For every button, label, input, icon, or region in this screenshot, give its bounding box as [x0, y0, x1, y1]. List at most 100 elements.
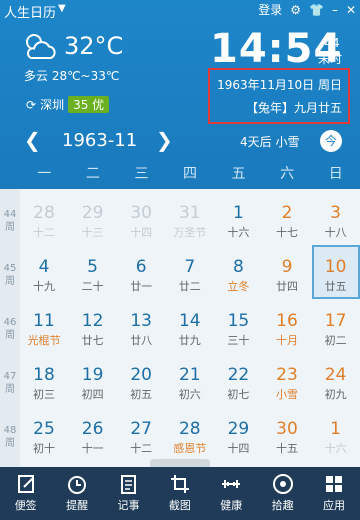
- calendar-day[interactable]: 25 初十: [20, 407, 68, 461]
- day-number: 15: [227, 311, 250, 331]
- prev-month-icon[interactable]: ❮: [24, 128, 41, 152]
- day-number: 29: [81, 203, 104, 223]
- lunar-day-label: 初四: [81, 388, 104, 401]
- solar-date: 1963年11月10日 周日: [217, 78, 342, 92]
- calendar-day[interactable]: 14 廿九: [166, 299, 214, 353]
- week-number-value: 44: [3, 209, 17, 220]
- calendar-day[interactable]: 30 十五: [263, 407, 311, 461]
- calendar-day[interactable]: 30 十四: [117, 191, 165, 245]
- toolbar-button-fitness[interactable]: 健康: [206, 467, 257, 520]
- toolbar-button-note[interactable]: 便签: [0, 467, 51, 520]
- calendar-day[interactable]: 6 廿一: [117, 245, 165, 299]
- day-number: 8: [232, 257, 244, 277]
- lunar-day-label: 十四: [227, 442, 250, 455]
- day-number: 28: [178, 419, 201, 439]
- calendar-day[interactable]: 8 立冬: [214, 245, 262, 299]
- city-name[interactable]: 深圳: [40, 96, 64, 113]
- lunar-day-label: 初九: [324, 388, 347, 401]
- weekday-header: 一二三四五六日: [20, 163, 360, 183]
- day-number: 5: [87, 257, 98, 277]
- calendar-day-selected[interactable]: 10 廿五: [311, 245, 360, 299]
- day-number: 14: [178, 311, 201, 331]
- week-number-value: 45: [3, 263, 17, 274]
- calendar-day[interactable]: 22 初七: [214, 353, 262, 407]
- calendar-day[interactable]: 21 初六: [166, 353, 214, 407]
- lunar-day-label: 廿九: [178, 334, 201, 347]
- calendar-day[interactable]: 28 十二: [20, 191, 68, 245]
- calendar-day[interactable]: 31 万圣节: [166, 191, 214, 245]
- lunar-day-label: 感恩节: [173, 442, 207, 455]
- lunar-day-label: 十七: [276, 226, 298, 239]
- notebook-icon: [121, 475, 137, 494]
- weekday-label: 六: [280, 166, 295, 182]
- lunar-day-label: 十月: [276, 334, 298, 347]
- calendar-day[interactable]: 7 廿二: [166, 245, 214, 299]
- calendar-day[interactable]: 16 十月: [263, 299, 311, 353]
- calendar-day[interactable]: 1 十六: [214, 191, 262, 245]
- toolbar-button-crop[interactable]: 截图: [154, 467, 205, 520]
- calendar-day[interactable]: 17 初二: [312, 299, 360, 353]
- day-number: 13: [130, 311, 152, 331]
- day-number: 27: [130, 419, 152, 439]
- date-box: 1963年11月10日 周日 【兔年】九月廿五: [208, 68, 350, 124]
- minimize-icon[interactable]: –: [332, 3, 338, 17]
- next-month-icon[interactable]: ❯: [156, 128, 173, 152]
- refresh-icon[interactable]: ⟳: [26, 98, 36, 112]
- login-link[interactable]: 登录: [258, 1, 282, 18]
- month-nav: ❮ 1963-11 ❯ 4天后 小雪 今: [0, 128, 360, 156]
- lunar-day-label: 十一: [81, 442, 104, 455]
- close-icon[interactable]: ✕: [346, 3, 356, 17]
- solar-term-countdown: 4天后 小雪: [240, 135, 300, 149]
- lunar-day-label: 初三: [33, 388, 55, 401]
- calendar-day[interactable]: 27 十二: [117, 407, 165, 461]
- day-number: 26: [81, 419, 104, 439]
- calendar-day[interactable]: 4 十九: [20, 245, 68, 299]
- day-number: 30: [276, 419, 298, 439]
- toolbar-button-alarm[interactable]: 提醒: [51, 467, 102, 520]
- calendar-day[interactable]: 13 廿八: [117, 299, 165, 353]
- menu-arrow-icon[interactable]: ▼: [58, 3, 66, 14]
- day-number: 31: [178, 203, 201, 223]
- calendar-grid: 44 周 45 周 46 周 47 周 48 周 28 十二 29 十三 30 十四 31 万圣节 1 十六 2 十七 3…: [0, 189, 360, 467]
- calendar-day[interactable]: 29 十四: [214, 407, 262, 461]
- calendar-day[interactable]: 18 初三: [20, 353, 68, 407]
- day-number: 1: [330, 419, 341, 439]
- week-number-value: 47: [3, 371, 17, 382]
- calendar-day[interactable]: 9 廿四: [263, 245, 311, 299]
- week-number-label: 周: [5, 330, 15, 341]
- skin-icon[interactable]: ⚙: [290, 3, 301, 17]
- app-title: 人生日历: [4, 6, 57, 21]
- week-number: 45 周: [0, 262, 20, 288]
- calendar-day[interactable]: 11 光棍节: [20, 299, 68, 353]
- calendar-day[interactable]: 20 初五: [117, 353, 165, 407]
- lunar-date: 【兔年】九月廿五: [245, 101, 342, 115]
- toolbar-button-notebook[interactable]: 记事: [103, 467, 154, 520]
- calendar-day[interactable]: 28 感恩节: [166, 407, 214, 461]
- weekday-label: 日: [328, 166, 343, 182]
- toolbar-button-apps[interactable]: 应用: [308, 467, 359, 520]
- calendar-day[interactable]: 12 廿七: [69, 299, 117, 353]
- expand-handle[interactable]: [150, 459, 210, 467]
- calendar-day[interactable]: 24 初九: [312, 353, 360, 407]
- calendar-day[interactable]: 23 小雪: [263, 353, 311, 407]
- day-number: 22: [227, 365, 250, 385]
- note-icon: [17, 475, 34, 493]
- calendar-day[interactable]: 5 二十: [69, 245, 117, 299]
- shirt-icon[interactable]: 👕: [309, 3, 324, 17]
- calendar-day[interactable]: 29 十三: [69, 191, 117, 245]
- week-number: 46 周: [0, 316, 20, 342]
- calendar-day[interactable]: 19 初四: [69, 353, 117, 407]
- day-number: 10: [324, 257, 347, 277]
- calendar-day[interactable]: 1 十六: [312, 407, 360, 461]
- city-row[interactable]: ⟳ 深圳 35 优: [26, 96, 110, 113]
- calendar-day[interactable]: 2 十七: [263, 191, 311, 245]
- crop-icon: [170, 475, 189, 493]
- toolbar-button-fun[interactable]: 拾趣: [257, 467, 308, 520]
- today-button[interactable]: 今: [320, 130, 342, 152]
- calendar-day[interactable]: 15 三十: [214, 299, 262, 353]
- day-number: 30: [130, 203, 152, 223]
- month-label[interactable]: 1963-11: [62, 130, 137, 151]
- weekday-label: 三: [134, 166, 149, 182]
- calendar-day[interactable]: 26 十一: [69, 407, 117, 461]
- calendar-day[interactable]: 3 十八: [312, 191, 360, 245]
